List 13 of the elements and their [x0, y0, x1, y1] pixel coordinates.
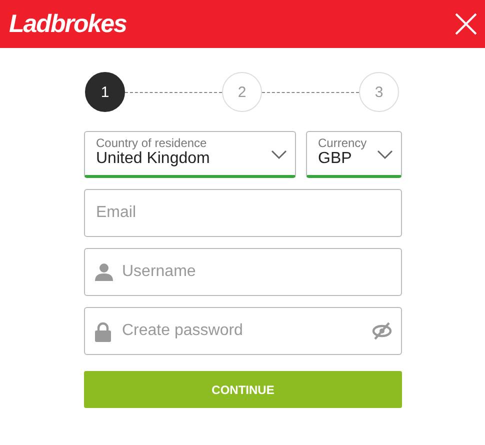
logo: Ladbrokes	[9, 10, 126, 38]
step-indicator: 1	[85, 72, 125, 112]
select-field[interactable]: Currency GBP	[306, 131, 402, 178]
select-field[interactable]: Country of residence United Kingdom	[84, 131, 296, 178]
step-indicator: 2	[222, 72, 262, 112]
close-icon[interactable]	[455, 13, 477, 35]
chevron-down-icon	[271, 150, 287, 160]
step-indicator: 3	[359, 72, 399, 112]
input-field[interactable]: Create password	[84, 307, 402, 355]
chevron-down-icon	[377, 150, 393, 160]
eye-slash-icon[interactable]	[372, 322, 392, 340]
input-field[interactable]: Email	[84, 189, 402, 237]
input-field[interactable]: Username	[84, 248, 402, 296]
